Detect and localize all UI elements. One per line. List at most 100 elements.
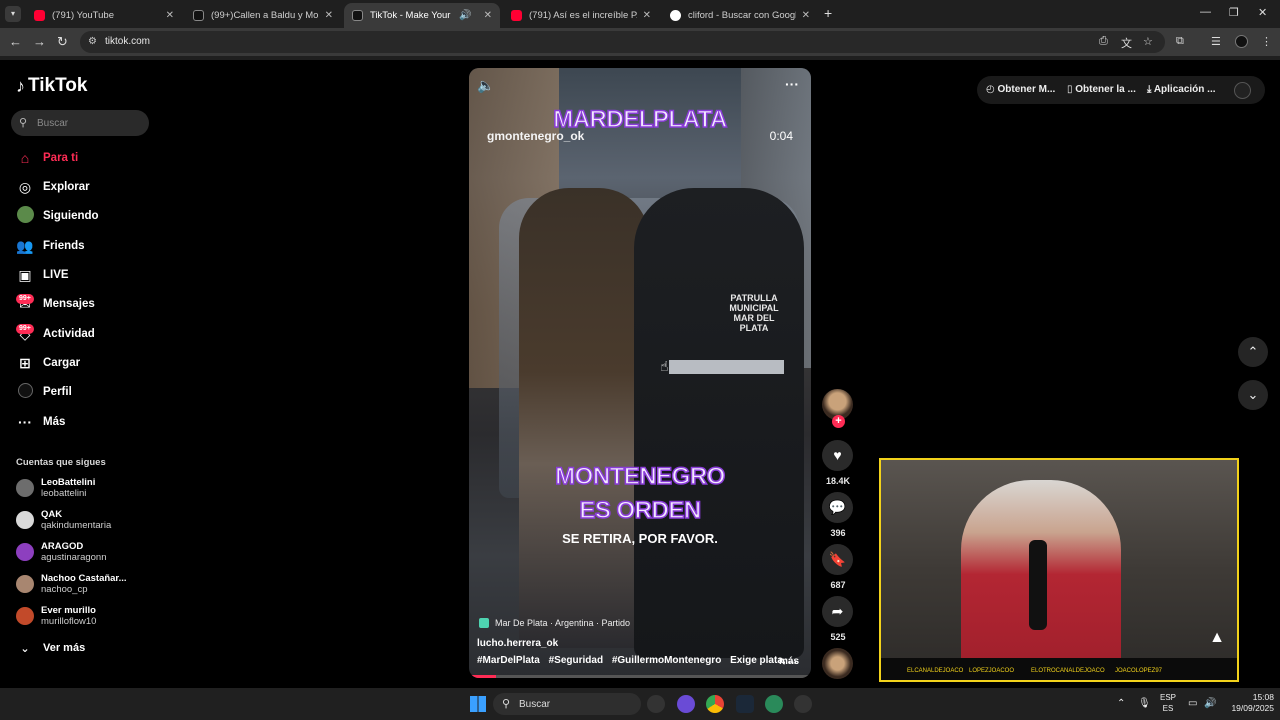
social-handle: JOACOLOPEZ97 <box>1115 668 1163 674</box>
taskbar-app-icon[interactable] <box>765 695 783 713</box>
search-input[interactable] <box>11 110 149 136</box>
see-more-button[interactable]: ⌄ Ver más <box>16 637 85 659</box>
install-app-icon[interactable]: ⎙ <box>1099 35 1108 48</box>
previous-video-button[interactable]: ⌃ <box>1238 337 1268 367</box>
minimize-button[interactable]: — <box>1200 6 1211 18</box>
extensions-icon[interactable]: ⧉ <box>1176 35 1184 48</box>
close-icon[interactable]: ✕ <box>802 10 810 21</box>
caption-more-button[interactable]: más <box>779 656 799 667</box>
video-player[interactable]: PATRULLA MUNICIPAL MAR DEL PLATA 🔈 ··· M… <box>469 68 811 678</box>
nav-label: Friends <box>43 240 85 252</box>
nav-explorar[interactable]: ◎ Explorar <box>16 176 90 198</box>
account-handle: nachoo_cp <box>41 584 88 595</box>
close-icon[interactable]: ✕ <box>325 10 333 21</box>
comment-icon: 💬 <box>828 499 847 515</box>
video-progress-bar[interactable] <box>469 675 811 678</box>
follow-button[interactable]: + <box>832 415 845 428</box>
tab-search-button[interactable]: ▾ <box>5 6 21 22</box>
close-icon[interactable]: ✕ <box>166 10 174 21</box>
get-coins-button[interactable]: ◴ Obtener M... <box>986 84 1055 95</box>
windows-start-icon[interactable] <box>470 696 486 712</box>
music-disc[interactable] <box>822 648 853 679</box>
avatar <box>16 607 34 625</box>
profile-avatar[interactable] <box>1235 35 1248 48</box>
messages-badge: 99+ <box>16 294 34 304</box>
microphone-icon[interactable]: 🎙 <box>1138 698 1151 709</box>
browser-tab-3[interactable]: TikTok - Make Your Day 🔊 ✕ <box>344 3 500 28</box>
comment-button[interactable]: 💬 <box>822 492 853 523</box>
chevron-up-icon[interactable]: ⌃ <box>1117 698 1125 709</box>
chrome-icon[interactable] <box>706 695 724 713</box>
video-overlay-line1: MONTENEGRO <box>554 462 726 491</box>
taskbar-app-icon[interactable] <box>794 695 812 713</box>
site-info-icon[interactable]: ⚙ <box>88 36 97 47</box>
followed-account[interactable]: LeoBattelini leobattelini <box>16 477 95 499</box>
browser-tab-4[interactable]: (791) Así es el increíble PARQU ✕ <box>503 3 659 28</box>
nav-para-ti[interactable]: ⌂ Para ti <box>16 147 78 169</box>
volume-icon[interactable]: 🔈 <box>477 77 494 94</box>
bookmark-star-icon[interactable]: ☆ <box>1143 35 1153 48</box>
back-icon[interactable]: ← <box>9 34 22 49</box>
user-avatar[interactable] <box>1234 82 1251 99</box>
brand-logo-icon: ▲ <box>1209 629 1225 646</box>
display-icon[interactable]: ▭ <box>1188 698 1197 709</box>
nav-cargar[interactable]: ⊞ Cargar <box>16 352 80 374</box>
close-icon[interactable]: ✕ <box>484 10 492 21</box>
hashtag[interactable]: #MarDelPlata <box>477 655 540 666</box>
see-more-label: Ver más <box>43 642 86 654</box>
menu-icon[interactable]: ⋮ <box>1261 35 1272 48</box>
nav-siguiendo[interactable]: Siguiendo <box>16 205 99 227</box>
get-app-button[interactable]: ▯ Obtener la ... <box>1067 84 1136 95</box>
taskbar-app-icon[interactable] <box>647 695 665 713</box>
nav-mas[interactable]: ··· Más <box>16 411 65 433</box>
close-icon[interactable]: ✕ <box>643 10 651 21</box>
get-coins-label: Obtener M... <box>997 84 1056 95</box>
profile-icon <box>16 383 34 401</box>
lang-line-1: ESP <box>1160 693 1177 702</box>
tiktok-logo[interactable]: ♪ TikTok <box>16 75 87 97</box>
more-icon: ··· <box>18 414 32 430</box>
new-tab-button[interactable]: + <box>824 5 832 21</box>
browser-tab-5[interactable]: cliford - Buscar con Google ✕ <box>662 3 818 28</box>
taskbar-app-icon[interactable] <box>677 695 695 713</box>
browser-tab-1[interactable]: (791) YouTube ✕ <box>26 3 182 28</box>
system-clock[interactable]: 15:08 19/09/2025 <box>1226 692 1274 714</box>
taskbar-search[interactable] <box>493 693 641 715</box>
like-button[interactable]: ♥ <box>822 440 853 471</box>
steam-icon[interactable] <box>736 695 754 713</box>
maximize-button[interactable]: ❐ <box>1229 6 1239 19</box>
desktop-app-label: Aplicación ... <box>1153 84 1216 95</box>
cursor-hand-icon: ☝ <box>660 358 669 374</box>
nav-live[interactable]: ▣ LIVE <box>16 264 68 286</box>
video-author[interactable]: lucho.herrera_ok <box>477 638 558 649</box>
account-name: Nachoo Castañar... <box>41 573 127 584</box>
social-handle: LOPEZJOACOO <box>969 668 1015 674</box>
address-bar[interactable] <box>80 31 1165 53</box>
reload-icon[interactable]: ↻ <box>57 34 68 50</box>
followed-account[interactable]: ARAGOD agustinaragonn <box>16 541 107 563</box>
hashtag[interactable]: #GuillermoMontenegro <box>612 655 721 666</box>
followed-account[interactable]: QAK qakindumentaria <box>16 509 111 531</box>
close-window-button[interactable]: ✕ <box>1258 6 1267 19</box>
share-button[interactable]: ➦ <box>822 596 853 627</box>
followed-account[interactable]: Ever murillo murilloflow10 <box>16 605 96 627</box>
location-tag[interactable]: Mar De Plata · Argentina · Partido <box>479 618 630 628</box>
nav-friends[interactable]: 👥 Friends <box>16 235 85 257</box>
followed-account[interactable]: Nachoo Castañar... nachoo_cp <box>16 573 127 595</box>
translate-icon[interactable]: 文 <box>1121 35 1132 51</box>
more-options-icon[interactable]: ··· <box>785 76 799 92</box>
speaker-icon[interactable]: 🔊 <box>459 10 471 21</box>
volume-icon[interactable]: 🔊 <box>1204 698 1216 709</box>
next-video-button[interactable]: ⌄ <box>1238 380 1268 410</box>
desktop-app-button[interactable]: ⤓ Aplicación ... <box>1147 84 1216 95</box>
nav-perfil[interactable]: Perfil <box>16 381 72 403</box>
video-person <box>519 188 649 648</box>
video-overlay-line2: ES ORDEN <box>579 496 702 525</box>
hashtag[interactable]: #Seguridad <box>549 655 603 666</box>
language-indicator[interactable]: ESP ES <box>1160 692 1176 714</box>
save-button[interactable]: 🔖 <box>822 544 853 575</box>
forward-icon[interactable]: → <box>33 34 46 49</box>
nav-label: Explorar <box>43 181 90 193</box>
reading-list-icon[interactable]: ☰ <box>1211 35 1221 48</box>
browser-tab-2[interactable]: (99+)Callen a Baldu y Moment ✕ <box>185 3 341 28</box>
